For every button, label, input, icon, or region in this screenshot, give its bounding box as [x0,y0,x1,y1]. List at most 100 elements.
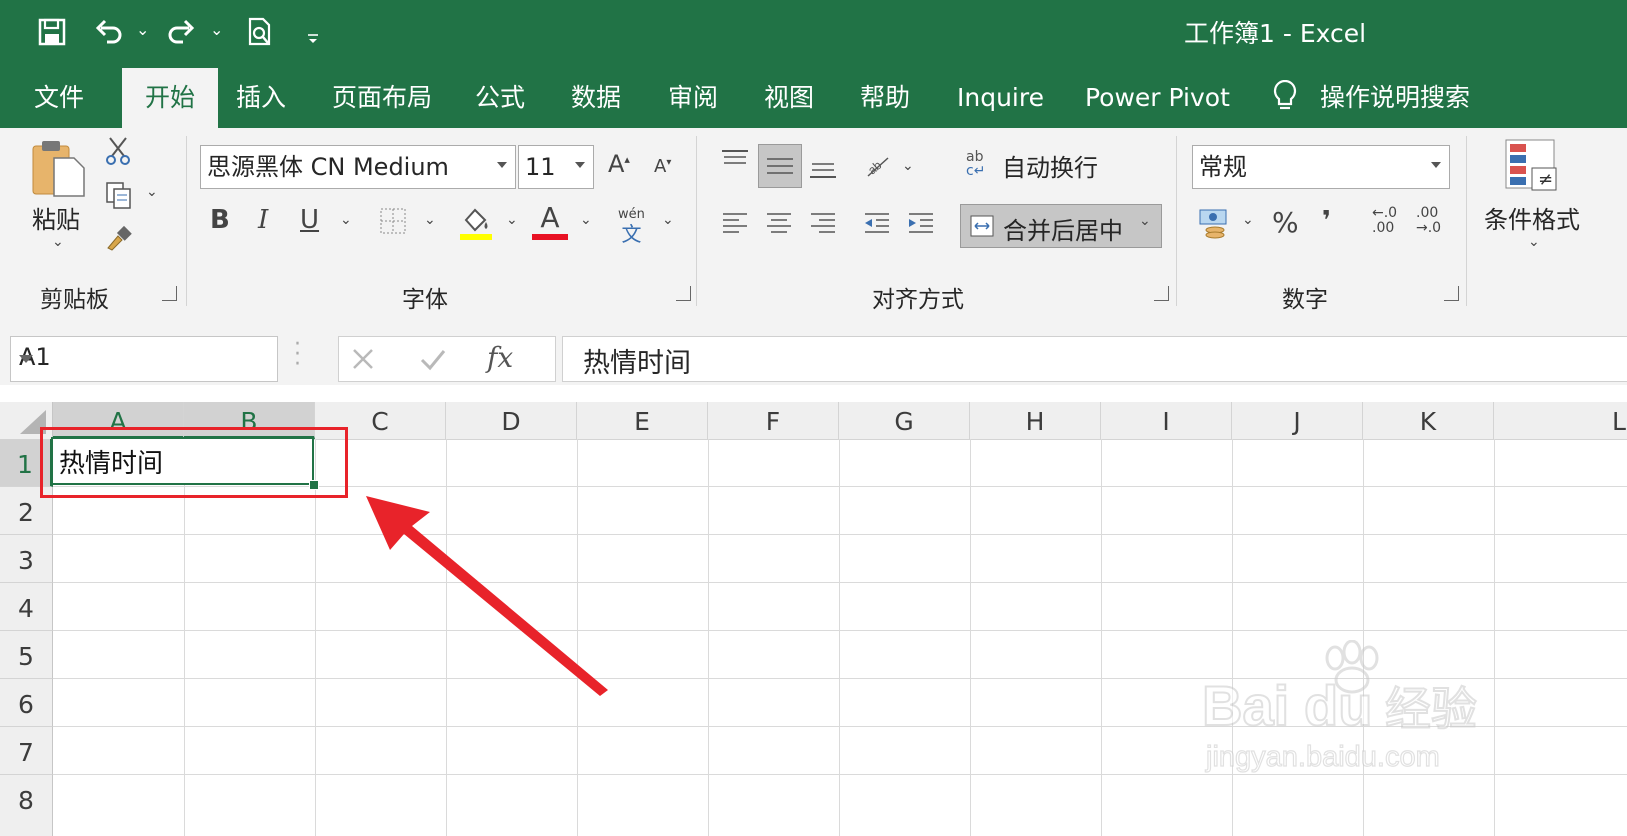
paste-label[interactable]: 粘贴 [32,200,80,235]
italic-button[interactable]: I [258,205,268,235]
tell-me-search[interactable]: 操作说明搜索 [1320,78,1470,118]
percent-style-button[interactable]: % [1272,206,1299,239]
wrap-text-icon[interactable]: ab c↵ [966,150,985,178]
row-header-4[interactable]: 4 [0,583,53,631]
gridline [1494,439,1495,836]
font-color-button[interactable]: A [532,202,568,240]
number-format-dropdown[interactable]: 常规 [1192,145,1450,189]
increase-indent-icon[interactable] [906,210,936,240]
borders-dropdown-icon[interactable]: ⌄ [424,212,436,228]
redo-icon[interactable] [164,12,200,52]
column-header-j[interactable]: J [1232,402,1363,439]
comma-style-button[interactable]: ❜ [1322,206,1331,236]
increase-font-size-button[interactable]: A▴ [608,150,630,178]
formula-input[interactable]: 热情时间 [562,336,1627,382]
conditional-format-label[interactable]: 条件格式 [1484,200,1580,235]
tab-inquire[interactable]: Inquire [957,78,1044,118]
row-header-5[interactable]: 5 [0,631,53,679]
column-header-k[interactable]: K [1363,402,1494,439]
format-painter-icon[interactable] [104,224,134,256]
align-left-icon[interactable] [720,210,750,240]
fill-color-dropdown-icon[interactable]: ⌄ [506,212,518,228]
accounting-dropdown-icon[interactable]: ⌄ [1242,212,1254,228]
number-dialog-launcher[interactable] [1444,286,1459,301]
column-header-l[interactable]: L [1494,402,1627,439]
align-center-icon[interactable] [764,210,794,240]
font-color-dropdown-icon[interactable]: ⌄ [580,212,592,228]
merge-center-icon [970,215,994,237]
orientation-dropdown-icon[interactable]: ⌄ [902,158,914,174]
font-family-value: 思源黑体 CN Medium [207,153,449,181]
underline-dropdown-icon[interactable]: ⌄ [340,212,352,228]
formula-bar-grip-icon[interactable]: · · · [294,334,301,376]
column-header-g[interactable]: G [839,402,970,439]
phonetic-guide-button[interactable]: wén 文 [618,208,645,247]
font-family-dropdown[interactable]: 思源黑体 CN Medium [200,145,516,189]
tab-view[interactable]: 视图 [764,78,814,118]
redo-dropdown-icon[interactable]: ⌄ [210,20,223,39]
enter-icon[interactable] [419,347,447,371]
tab-home[interactable]: 开始 [122,68,218,128]
clipboard-dialog-launcher[interactable] [162,286,177,301]
orientation-icon[interactable]: ab [862,150,892,184]
undo-icon[interactable] [90,12,126,52]
merge-center-button[interactable]: 合并后居中 ⌄ [960,204,1162,248]
print-preview-icon[interactable] [242,12,278,52]
gridline [53,630,1627,631]
underline-button[interactable]: U [300,205,319,235]
align-right-icon[interactable] [808,210,838,240]
svg-text:ab: ab [865,158,884,178]
merge-dropdown-icon[interactable]: ⌄ [1139,213,1151,229]
column-header-h[interactable]: H [970,402,1101,439]
name-box[interactable]: A1 [10,336,278,382]
insert-function-icon[interactable]: fx [487,341,513,374]
conditional-format-dropdown-icon[interactable]: ⌄ [1528,234,1540,250]
tab-data[interactable]: 数据 [571,78,621,118]
tab-formulas[interactable]: 公式 [475,78,525,118]
font-size-dropdown[interactable]: 11 [518,145,594,189]
copy-icon[interactable] [104,180,134,214]
decrease-indent-icon[interactable] [862,210,892,240]
bold-button[interactable]: B [210,205,230,235]
column-header-d[interactable]: D [446,402,577,439]
paste-dropdown-icon[interactable]: ⌄ [52,234,64,250]
fill-color-icon[interactable] [458,204,494,246]
alignment-dialog-launcher[interactable] [1154,286,1169,301]
tab-page-layout[interactable]: 页面布局 [332,78,432,118]
borders-icon[interactable] [378,206,408,240]
group-separator [696,136,697,306]
svg-text:jingyan.baidu.com: jingyan.baidu.com [1205,741,1440,773]
accounting-format-icon[interactable] [1198,206,1232,244]
row-header-3[interactable]: 3 [0,535,53,583]
row-header-7[interactable]: 7 [0,727,53,775]
paste-icon[interactable] [30,138,90,204]
align-bottom-icon[interactable] [808,154,838,186]
phonetic-dropdown-icon[interactable]: ⌄ [662,212,674,228]
column-header-f[interactable]: F [708,402,839,439]
row-header-6[interactable]: 6 [0,679,53,727]
decrease-font-size-button[interactable]: A▾ [654,156,671,177]
decrease-decimal-button[interactable]: .00 →.0 [1416,206,1450,236]
cancel-icon[interactable] [351,347,375,371]
align-middle-icon[interactable] [758,144,802,188]
copy-dropdown-icon[interactable]: ⌄ [146,184,158,200]
conditional-format-icon[interactable]: ≠ [1504,138,1558,198]
gridline [1101,439,1102,836]
cut-icon[interactable] [104,136,132,170]
row-header-8[interactable]: 8 [0,775,53,836]
tab-file[interactable]: 文件 [34,78,84,118]
column-header-i[interactable]: I [1101,402,1232,439]
column-header-e[interactable]: E [577,402,708,439]
undo-dropdown-icon[interactable]: ⌄ [136,20,149,39]
customize-qat-icon[interactable] [306,30,320,49]
clipboard-group-label: 剪贴板 [40,287,109,313]
increase-decimal-button[interactable]: ←.0 .00 [1372,206,1406,236]
align-top-icon[interactable] [720,148,750,178]
tab-insert[interactable]: 插入 [236,78,286,118]
tab-help[interactable]: 帮助 [860,78,910,118]
save-icon[interactable] [34,12,70,52]
wrap-text-button[interactable]: 自动换行 [1002,148,1098,183]
font-dialog-launcher[interactable] [676,286,691,301]
tab-review[interactable]: 审阅 [668,78,718,118]
tab-power-pivot[interactable]: Power Pivot [1085,78,1230,118]
